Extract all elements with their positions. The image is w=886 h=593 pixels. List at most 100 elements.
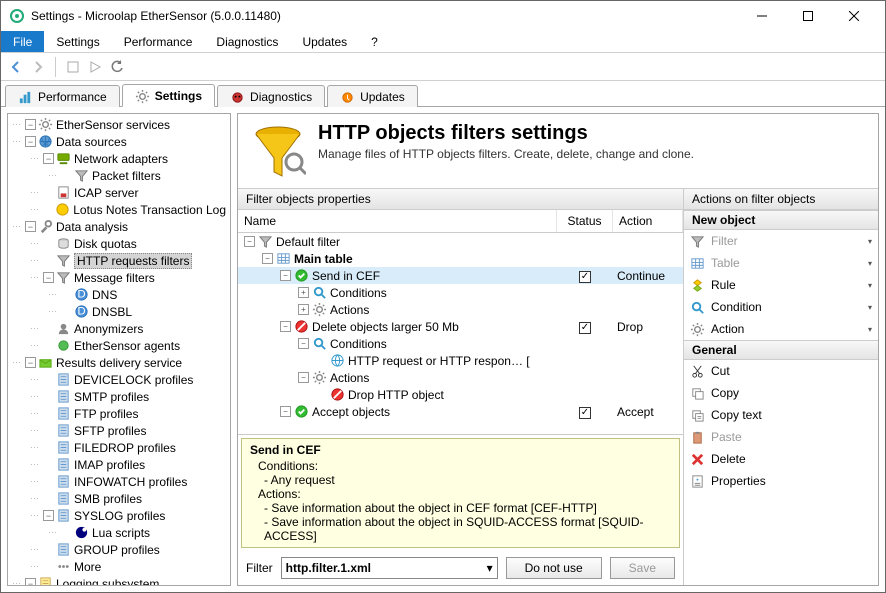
action-action[interactable]: Action▾ <box>684 318 878 340</box>
expander-icon[interactable]: − <box>25 578 36 586</box>
detail-act-label: Actions: <box>250 487 671 501</box>
tree-item[interactable]: ⋯FILEDROP profiles <box>8 439 230 456</box>
tree-item[interactable]: ⋯FTP profiles <box>8 405 230 422</box>
tree-item[interactable]: ⋯INFOWATCH profiles <box>8 473 230 490</box>
status-checkbox[interactable]: ✓ <box>579 271 591 283</box>
maximize-button[interactable] <box>785 1 831 31</box>
grid-row[interactable]: −Actions <box>238 369 683 386</box>
grid-row[interactable]: +Conditions <box>238 284 683 301</box>
tree-item[interactable]: ⋯−Logging subsystem <box>8 575 230 586</box>
expander-icon[interactable]: − <box>25 119 36 130</box>
detail-cond-label: Conditions: <box>250 459 671 473</box>
tree-item[interactable]: ⋯ICAP server <box>8 184 230 201</box>
expander-icon[interactable]: − <box>43 153 54 164</box>
tree-item[interactable]: ⋯HTTP requests filters <box>8 252 230 269</box>
grid-row[interactable]: Drop HTTP object <box>238 386 683 403</box>
tree-item[interactable]: ⋯Packet filters <box>8 167 230 184</box>
grid-row[interactable]: −Default filter <box>238 233 683 250</box>
grid-row[interactable]: −Main table <box>238 250 683 267</box>
tree-item[interactable]: ⋯DDNSBL <box>8 303 230 320</box>
play-button[interactable] <box>86 58 104 76</box>
grid-body[interactable]: −Default filter−Main table−Send in CEF✓C… <box>238 233 683 435</box>
tree-item[interactable]: ⋯Lua scripts <box>8 524 230 541</box>
grid-row[interactable]: −Delete objects larger 50 Mb✓Drop <box>238 318 683 335</box>
tree-item[interactable]: ⋯Anonymizers <box>8 320 230 337</box>
col-action[interactable]: Action <box>613 210 683 232</box>
tree-item[interactable]: ⋯DDNS <box>8 286 230 303</box>
tree-item[interactable]: ⋯−Network adapters <box>8 150 230 167</box>
menu-file[interactable]: File <box>1 31 44 52</box>
expander-icon[interactable]: − <box>25 136 36 147</box>
tree-item[interactable]: ⋯SMTP profiles <box>8 388 230 405</box>
action-condition[interactable]: Condition▾ <box>684 296 878 318</box>
cond-icon <box>312 336 327 351</box>
tree-item[interactable]: ⋯GROUP profiles <box>8 541 230 558</box>
tree-item[interactable]: ⋯SMB profiles <box>8 490 230 507</box>
col-status[interactable]: Status <box>557 210 613 232</box>
action-rule[interactable]: Rule▾ <box>684 274 878 296</box>
tree-item[interactable]: ⋯−SYSLOG profiles <box>8 507 230 524</box>
expander-icon[interactable]: + <box>298 287 309 298</box>
expander-icon[interactable]: − <box>298 372 309 383</box>
expander-icon[interactable]: − <box>298 338 309 349</box>
expander-icon[interactable]: − <box>262 253 273 264</box>
action-properties[interactable]: Properties <box>684 470 878 492</box>
action-cut[interactable]: Cut <box>684 360 878 382</box>
grid-row[interactable]: −Send in CEF✓Continue <box>238 267 683 284</box>
menu-performance[interactable]: Performance <box>112 31 205 52</box>
close-button[interactable] <box>831 1 877 31</box>
tree-item[interactable]: ⋯−Data sources <box>8 133 230 150</box>
forward-button[interactable] <box>29 58 47 76</box>
page-title: HTTP objects filters settings <box>318 122 694 145</box>
tree-item[interactable]: ⋯Lotus Notes Transaction Log <box>8 201 230 218</box>
status-checkbox[interactable]: ✓ <box>579 407 591 419</box>
status-checkbox[interactable]: ✓ <box>579 322 591 334</box>
action-copy-text[interactable]: Copy text <box>684 404 878 426</box>
prof-icon <box>56 372 71 387</box>
tab-updates[interactable]: Updates <box>327 85 418 107</box>
tree-item[interactable]: ⋯−EtherSensor services <box>8 116 230 133</box>
tab-diagnostics[interactable]: Diagnostics <box>217 85 325 107</box>
menu-diagnostics[interactable]: Diagnostics <box>204 31 290 52</box>
minimize-button[interactable] <box>739 1 785 31</box>
tree-item[interactable]: ⋯−Results delivery service <box>8 354 230 371</box>
menu-?[interactable]: ? <box>359 31 390 52</box>
save-button[interactable]: Save <box>610 557 675 579</box>
expander-icon[interactable]: + <box>298 304 309 315</box>
menu-settings[interactable]: Settings <box>44 31 111 52</box>
tree-item[interactable]: ⋯DEVICELOCK profiles <box>8 371 230 388</box>
do-not-use-button[interactable]: Do not use <box>506 557 602 579</box>
action-delete[interactable]: Delete <box>684 448 878 470</box>
col-name[interactable]: Name <box>238 210 557 232</box>
grid-row[interactable]: +Actions <box>238 301 683 318</box>
filter-combo[interactable]: http.filter.1.xml ▾ <box>281 557 498 579</box>
act-icon <box>312 370 327 385</box>
tree-item[interactable]: ⋯−Data analysis <box>8 218 230 235</box>
tree-item[interactable]: ⋯Disk quotas <box>8 235 230 252</box>
sidebar-tree[interactable]: ⋯−EtherSensor services⋯−Data sources⋯−Ne… <box>7 113 231 586</box>
grid-row[interactable]: −Conditions <box>238 335 683 352</box>
tree-item[interactable]: ⋯More <box>8 558 230 575</box>
tree-item[interactable]: ⋯EtherSensor agents <box>8 337 230 354</box>
tree-item[interactable]: ⋯IMAP profiles <box>8 456 230 473</box>
refresh-button[interactable] <box>108 58 126 76</box>
tree-item[interactable]: ⋯SFTP profiles <box>8 422 230 439</box>
expander-icon[interactable]: − <box>280 270 291 281</box>
expander-icon[interactable]: − <box>244 236 255 247</box>
rule-icon <box>690 278 705 293</box>
menu-updates[interactable]: Updates <box>290 31 359 52</box>
action-copy[interactable]: Copy <box>684 382 878 404</box>
stop-button[interactable] <box>64 58 82 76</box>
expander-icon[interactable]: − <box>25 221 36 232</box>
grid-row[interactable]: −Accept objects✓Accept <box>238 403 683 420</box>
back-button[interactable] <box>7 58 25 76</box>
tree-item[interactable]: ⋯−Message filters <box>8 269 230 286</box>
expander-icon[interactable]: − <box>43 272 54 283</box>
tab-settings[interactable]: Settings <box>122 84 215 107</box>
expander-icon[interactable]: − <box>280 321 291 332</box>
expander-icon[interactable]: − <box>25 357 36 368</box>
expander-icon[interactable]: − <box>43 510 54 521</box>
expander-icon[interactable]: − <box>280 406 291 417</box>
tab-performance[interactable]: Performance <box>5 85 120 107</box>
grid-row[interactable]: HTTP request or HTTP respon… [ <box>238 352 683 369</box>
